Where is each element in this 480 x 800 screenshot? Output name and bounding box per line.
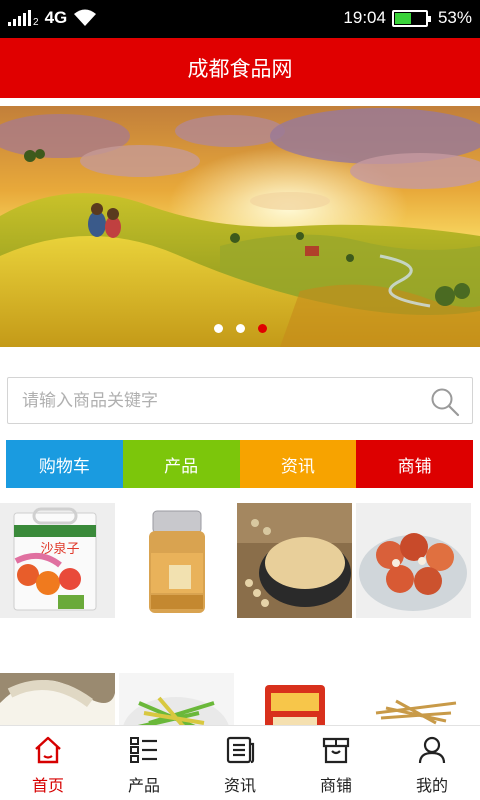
carousel-indicator xyxy=(0,324,480,333)
tab-shops[interactable]: 商铺 xyxy=(288,726,384,800)
app-header: 成都食品网 xyxy=(0,38,480,98)
quick-nav: 购物车 产品 资讯 商铺 xyxy=(6,440,473,488)
product-image: 沙泉子 xyxy=(0,503,115,618)
product-thumb-jar[interactable] xyxy=(119,503,234,618)
product-thumb-dried-fruit[interactable] xyxy=(356,503,471,618)
tab-home[interactable]: 首页 xyxy=(0,726,96,800)
tab-home-label: 首页 xyxy=(31,776,64,795)
product-thumb-pouch[interactable]: 沙泉子 xyxy=(0,503,115,618)
nav-shops-label: 商铺 xyxy=(397,456,432,477)
search-input[interactable] xyxy=(22,378,422,423)
tab-mine-label: 我的 xyxy=(415,776,448,795)
product-image xyxy=(237,503,352,618)
nav-products-button[interactable]: 产品 xyxy=(122,440,240,488)
tab-shops-label: 商铺 xyxy=(319,776,352,795)
carousel-dot[interactable] xyxy=(235,324,245,333)
bottom-tab-bar: 首页 产品 资讯 商铺 我的 xyxy=(0,725,480,800)
banner-carousel[interactable] xyxy=(0,106,480,347)
nav-products-label: 产品 xyxy=(164,456,199,477)
news-icon xyxy=(226,736,255,764)
clock: 19:04 xyxy=(343,8,386,27)
user-icon xyxy=(418,736,446,764)
battery-percent: 53% xyxy=(437,8,472,27)
search-icon[interactable] xyxy=(430,387,460,417)
tab-news-label: 资讯 xyxy=(223,776,256,795)
home-icon xyxy=(35,736,61,764)
status-bar: 2 4G 19:04 53% xyxy=(0,0,480,38)
nav-cart-button[interactable]: 购物车 xyxy=(6,440,123,488)
nav-news-label: 资讯 xyxy=(280,456,315,477)
tab-products[interactable]: 产品 xyxy=(96,726,192,800)
list-icon xyxy=(130,737,157,763)
wifi-icon xyxy=(74,9,97,26)
banner-image xyxy=(0,106,480,347)
signal-icon xyxy=(8,10,31,26)
product-thumb-powder[interactable] xyxy=(237,503,352,618)
page-title: 成都食品网 xyxy=(187,57,293,81)
status-left: 2 4G xyxy=(8,8,97,28)
app-screen: 2 4G 19:04 53% 成都食品网 请输入商品关键字 购物车 产品 资讯 … xyxy=(0,0,480,800)
product-image xyxy=(356,503,471,618)
nav-shops-button[interactable]: 商铺 xyxy=(356,440,473,488)
carousel-dot[interactable] xyxy=(257,324,267,333)
nav-cart-label: 购物车 xyxy=(38,456,90,477)
network-type: 4G xyxy=(44,8,68,27)
shop-icon xyxy=(322,737,350,764)
product-package-text: 沙泉子 xyxy=(40,541,79,557)
carousel-dot[interactable] xyxy=(213,324,223,333)
product-image xyxy=(119,503,234,618)
battery-level xyxy=(394,12,411,24)
tab-products-label: 产品 xyxy=(127,776,160,795)
tab-mine[interactable]: 我的 xyxy=(384,726,480,800)
status-right: 19:04 53% xyxy=(343,8,472,28)
tab-news[interactable]: 资讯 xyxy=(192,726,288,800)
battery-icon xyxy=(391,9,431,27)
nav-news-button[interactable]: 资讯 xyxy=(239,440,357,488)
sim-label: 2 xyxy=(33,16,39,28)
search-box[interactable] xyxy=(7,377,473,424)
